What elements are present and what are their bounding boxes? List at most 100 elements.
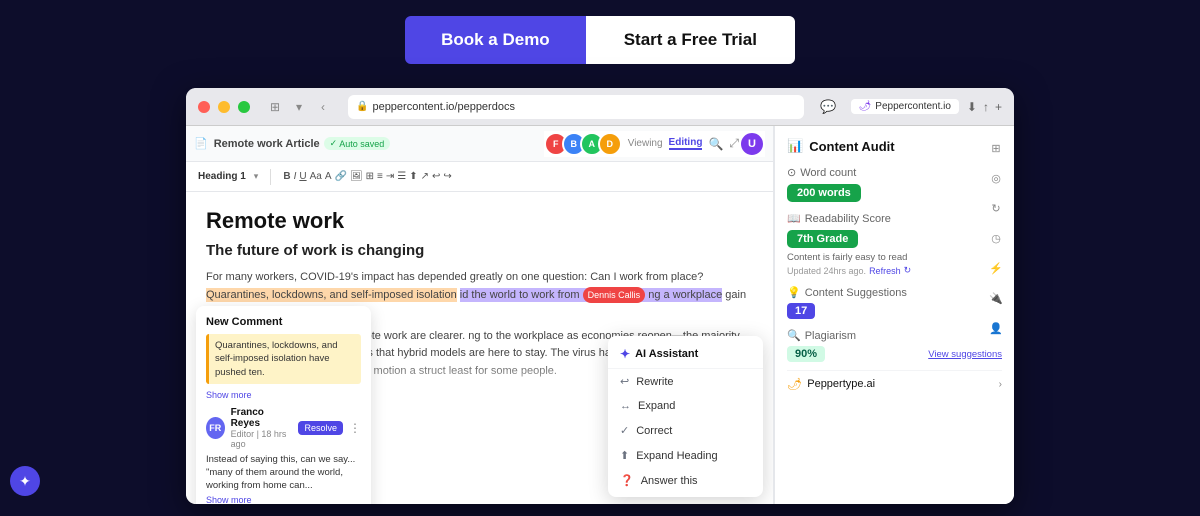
traffic-light-green[interactable] [238,101,250,113]
document-subtitle: The future of work is changing [206,242,753,259]
header-buttons: Book a Demo Start a Free Trial [0,0,1200,84]
table-icon[interactable]: ⊞ [366,171,374,182]
audit-icon: 📊 [787,138,803,154]
traffic-light-red[interactable] [198,101,210,113]
update-text: Updated 24hrs ago. [787,266,866,276]
peppertype-label: 🌶 Peppertype.ai [787,377,875,391]
show-more-2[interactable]: Show more [206,495,361,504]
nav-chevron-down-icon: ▾ [290,98,308,116]
rewrite-icon: ↩ [620,375,629,388]
readability-label: 📖 Readability Score [787,212,1002,225]
plagiarism-label: 🔍 Plagiarism [787,329,1002,342]
ai-header-icon: ✦ [620,347,630,361]
resolve-button[interactable]: Resolve [298,421,343,435]
upload-icon[interactable]: ⬆ [409,171,417,182]
image-icon[interactable]: 🖼 [350,171,363,182]
word-count-badge: 200 words [787,184,861,202]
ai-rewrite-item[interactable]: ↩ Rewrite [608,369,763,394]
traffic-light-yellow[interactable] [218,101,230,113]
plagiarism-row: 90% View suggestions [787,346,1002,362]
plagiarism-icon: 🔍 [787,329,801,342]
nav-back-icon[interactable]: ‹ [314,98,332,116]
pepper-tab-icon: 🌶 [859,101,872,112]
document-title: Remote work [206,208,753,234]
browser-nav: ⊞ ▾ ‹ [266,98,332,116]
audit-title: 📊 Content Audit [787,138,1002,154]
expand-icon: ↔ [620,400,631,412]
indent-icon[interactable]: ⇥ [386,171,394,182]
correct-label: Correct [636,425,672,437]
comment-avatar: FR [206,417,225,439]
rp-history-icon[interactable]: ◷ [986,228,1006,248]
undo-icon[interactable]: ↩ [432,171,440,182]
highlighted-text-purple: id the world to work from Dennis Callis … [460,288,722,302]
comment-panel: New Comment Quarantines, lockdowns, and … [196,306,371,504]
rp-plugin-icon[interactable]: 🔌 [986,288,1006,308]
share-icon2[interactable]: ↗ [421,171,429,182]
align-icon[interactable]: ≡ [377,171,383,182]
peppertype-icon: 🌶 [787,377,802,391]
browser-tab-area: 💬 [820,99,836,115]
lock-icon: 🔒 [356,101,368,112]
peppertype-row[interactable]: 🌶 Peppertype.ai › [787,370,1002,397]
answer-label: Answer this [641,475,698,487]
start-trial-button[interactable]: Start a Free Trial [586,16,795,64]
ai-expand-item[interactable]: ↔ Expand [608,394,763,418]
font-size-icon[interactable]: Aa [310,171,322,182]
show-more-1[interactable]: Show more [206,390,252,400]
fullscreen-icon[interactable]: ⤢ [729,136,739,151]
auto-saved-text: Auto saved [339,139,384,149]
download-icon[interactable]: ⬇ [967,100,977,114]
book-demo-button[interactable]: Book a Demo [405,16,586,64]
left-panel: 📄 Remote work Article ✓ Auto saved F B A… [186,126,774,504]
readability-update: Updated 24hrs ago. Refresh ↻ [787,265,1002,276]
address-bar[interactable]: 🔒 peppercontent.io/pepperdocs [348,95,804,119]
ai-correct-item[interactable]: ✓ Correct [608,418,763,443]
link-icon[interactable]: 🔗 [334,171,346,182]
mention-badge: Dennis Callis [583,287,646,303]
browser-tab[interactable]: 🌶 Peppercontent.io [851,99,959,114]
browser-chrome: ⊞ ▾ ‹ 🔒 peppercontent.io/pepperdocs 💬 🌶 … [186,88,1014,126]
format-icons: B I U Aa A 🔗 🖼 ⊞ ≡ ⇥ ☰ ⬆ ↗ ↩ ↪ [283,171,451,182]
italic-icon[interactable]: I [294,171,297,182]
correct-icon: ✓ [620,424,629,437]
rp-active-icon[interactable]: ⚡ [986,258,1006,278]
new-tab-icon[interactable]: + [995,100,1002,114]
rewrite-label: Rewrite [636,376,673,388]
speech-bubble-icon: 💬 [820,99,836,115]
rp-user-icon[interactable]: 👤 [986,318,1006,338]
ai-expand-heading-item[interactable]: ⬆ Expand Heading [608,443,763,468]
view-suggestions-link[interactable]: View suggestions [928,349,1002,360]
comment-user-role: Editor | 18 hrs ago [231,429,293,449]
ai-answer-item[interactable]: ❓ Answer this [608,468,763,493]
refresh-icon[interactable]: Refresh [869,266,901,276]
search-icon[interactable]: 🔍 [708,137,723,151]
toolbar-separator-1 [270,169,271,185]
share-icon[interactable]: ↑ [983,100,989,114]
rp-home-icon[interactable]: ⊞ [986,138,1006,158]
avatar-group: F B A D [544,132,622,156]
corner-icon-symbol: ✦ [19,473,31,490]
rp-refresh-icon[interactable]: ↻ [986,198,1006,218]
list-icon[interactable]: ☰ [397,171,406,182]
highlight-icon[interactable]: A [325,171,332,182]
doc-title-text: Remote work Article [214,138,320,150]
expand-heading-label: Expand Heading [636,450,717,462]
readability-sub: Content is fairly easy to read [787,252,1002,263]
editor-toolbar: 📄 Remote work Article ✓ Auto saved F B A… [186,126,773,162]
editing-tab[interactable]: Editing [669,137,703,150]
avatar-4: D [598,132,622,156]
comment-user-info: Franco Reyes Editor | 18 hrs ago [231,407,293,449]
rp-settings-icon[interactable]: ◎ [986,168,1006,188]
expand-label: Expand [638,400,675,412]
viewing-tab[interactable]: Viewing [628,138,663,149]
expand-heading-icon: ⬆ [620,449,629,462]
refresh-arrow-icon[interactable]: ↻ [904,265,912,276]
comment-menu-icon[interactable]: ⋮ [349,421,361,435]
underline-icon[interactable]: U [299,171,306,182]
bold-icon[interactable]: B [283,171,290,182]
redo-icon[interactable]: ↪ [443,171,451,182]
heading-select[interactable]: Heading 1 [198,171,246,182]
avatars-bar: F B A D Viewing Editing 🔍 ⤢ U [544,131,765,157]
browser-window: ⊞ ▾ ‹ 🔒 peppercontent.io/pepperdocs 💬 🌶 … [186,88,1014,504]
